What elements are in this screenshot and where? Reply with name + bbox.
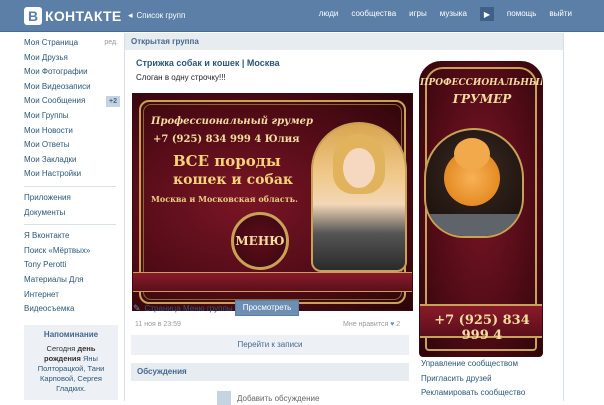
heart-icon: ♥ (390, 321, 395, 328)
like-button[interactable]: Мне нравится ♥ 2 (343, 321, 400, 328)
edit-link[interactable]: ред. (104, 36, 118, 51)
sidebar-item-label: Мои Фотографии (24, 67, 88, 77)
sidebar-item-label: Поиск «Мёртвых» (24, 245, 91, 255)
nav-help[interactable]: помощь (507, 9, 536, 21)
add-discussion-button[interactable]: Добавить обсуждение (217, 391, 319, 405)
manage-community-link[interactable]: Управление сообществом (421, 357, 525, 372)
nav-people[interactable]: люди (319, 9, 339, 21)
view-button[interactable]: Просмотреть (235, 300, 299, 316)
sidebar-item-news[interactable]: Мои Новости (24, 124, 120, 139)
group-actions: Управление сообществом Пригласить друзей… (421, 357, 525, 401)
back-arrow-icon: ◂ (128, 10, 133, 20)
sidebar-item-label: Мои Сообщения (24, 96, 86, 106)
pin-icon: ✎ (133, 303, 141, 313)
play-icon[interactable]: ▶ (479, 7, 494, 21)
birthday-reminder: Напоминание Сегодня день рождения Яны По… (24, 324, 118, 400)
top-nav: люди сообщества игры музыка ▶ помощь вый… (319, 7, 572, 21)
groomer-photo (311, 122, 407, 272)
divider (24, 185, 116, 187)
banner-city: Москва и Московская область. (151, 194, 298, 204)
sidebar-item-label: Мои Новости (24, 125, 73, 135)
nav-communities[interactable]: сообщества (351, 9, 396, 21)
banner-menu-badge: МЕНЮ (231, 212, 289, 270)
sidebar-item-photos[interactable]: Мои Фотографии (24, 65, 120, 80)
group-type-header: Открытая группа (125, 33, 563, 50)
sidebar-item-label: Tony Perotti (24, 260, 67, 270)
group-name: Стрижка собак и кошек | Москва (136, 58, 280, 68)
reminder-text: Сегодня день рождения Яны Полторацкой, Т… (28, 344, 114, 394)
menu-page-link[interactable]: ✎ Страница Меню группы (133, 303, 233, 314)
sidebar-item-documents[interactable]: Документы (24, 206, 120, 221)
sidebar-item-label: Приложения (24, 192, 71, 202)
sidebar-item-label: Я Вконтакте (24, 231, 70, 241)
sidebar-item-friends[interactable]: Мои Друзья (24, 51, 120, 66)
sidebar-item-groups[interactable]: Мои Группы (24, 109, 120, 124)
avatar-title2: ГРУМЕР (452, 92, 512, 106)
nav-music[interactable]: музыка (440, 9, 467, 21)
sidebar-item-app-tony[interactable]: Tony Perotti (24, 258, 120, 273)
messages-badge: +2 (106, 96, 120, 108)
grooming-table-shape (426, 214, 522, 236)
sidebar-item-label: Моя Страница (24, 38, 79, 47)
sidebar-item-label: Мои Настройки (24, 169, 82, 179)
sidebar-item-label: Мои Ответы (24, 140, 70, 150)
discussions-header[interactable]: Обсуждения (131, 363, 409, 381)
banner-line2: кошек и собак (173, 172, 294, 188)
sidebar-item-settings[interactable]: Мои Настройки (24, 167, 120, 182)
sidebar-item-label: Мои Видеозаписи (24, 81, 91, 91)
avatar-title1: ПРОФЕССИОНАЛЬНЫЙ (420, 78, 543, 88)
avatar-phone: +7 (925) 834 999 4 (434, 313, 530, 343)
dog-head-shape (454, 138, 490, 170)
nav-games[interactable]: игры (409, 9, 427, 21)
go-to-post-button[interactable]: Перейти к записи (131, 335, 409, 355)
sidebar-item-app-search[interactable]: Поиск «Мёртвых» (24, 244, 120, 259)
back-label: Список групп (136, 11, 186, 20)
group-banner-image[interactable]: Профессиональный грумер +7 (925) 834 999… (132, 93, 413, 311)
sidebar-item-label: Видеосъемка (24, 304, 75, 314)
vk-logo-text: КОНТАКТЕ (45, 8, 122, 24)
likes-label: Мне нравится (343, 321, 389, 328)
left-menu: Моя Страница ред. Мои Друзья Мои Фотограф… (24, 36, 120, 400)
nav-logout[interactable]: выйти (549, 9, 572, 21)
banner-title: Профессиональный грумер (151, 116, 313, 127)
sidebar-item-label: Мои Закладки (24, 154, 77, 164)
sidebar-item-my-page[interactable]: Моя Страница ред. (24, 36, 120, 51)
reminder-prefix: Сегодня (46, 343, 78, 353)
sidebar-item-app-materials[interactable]: Материалы Для (24, 273, 120, 288)
sidebar-item-label: Документы (24, 207, 66, 217)
sidebar-item-label: Мои Друзья (24, 52, 68, 62)
sidebar-item-videos[interactable]: Мои Видеозаписи (24, 80, 120, 95)
sidebar-item-answers[interactable]: Мои Ответы (24, 138, 120, 153)
back-to-groups-link[interactable]: ◂ Список групп (128, 10, 185, 21)
face-shape (343, 148, 375, 188)
group-avatar-banner[interactable]: ПРОФЕССИОНАЛЬНЫЙ ГРУМЕР +7 (925) 834 999… (419, 61, 543, 357)
reminder-title: Напоминание (43, 329, 99, 339)
discussion-icon (217, 391, 231, 405)
vk-logo[interactable]: В КОНТАКТЕ (24, 6, 122, 26)
sidebar-item-label: Интернет (24, 289, 59, 299)
likes-count: 2 (396, 321, 401, 328)
sidebar-item-app-internet[interactable]: Интернет (24, 288, 120, 303)
sidebar-item-label: Материалы Для (24, 274, 84, 284)
main-content: Открытая группа Стрижка собак и кошек | … (124, 33, 564, 405)
sidebar-item-apps[interactable]: Приложения (24, 191, 120, 206)
banner-line1: ВСЕ породы (173, 152, 281, 170)
sidebar-item-app-video[interactable]: Видеосъемка (24, 302, 120, 317)
banner-ribbon (133, 272, 412, 292)
vk-logo-icon: В (24, 7, 42, 25)
top-bar: В КОНТАКТЕ ◂ Список групп люди сообщества… (0, 0, 604, 32)
sidebar-item-app-vkontakte[interactable]: Я Вконтакте (24, 229, 120, 244)
advertise-community-link[interactable]: Рекламировать сообщество (421, 386, 525, 401)
banner-phone: +7 (925) 834 999 4 Юлия (153, 134, 300, 145)
add-discussion-label: Добавить обсуждение (237, 393, 320, 403)
pomeranian-photo (424, 128, 524, 238)
divider (24, 224, 116, 226)
post-date[interactable]: 11 ноя в 23:59 (135, 321, 181, 328)
sidebar-item-messages[interactable]: Мои Сообщения +2 (24, 94, 120, 109)
sidebar-item-label: Мои Группы (24, 110, 69, 120)
menu-page-label: Страница Меню группы (144, 304, 233, 313)
invite-friends-link[interactable]: Пригласить друзей (421, 372, 525, 387)
sidebar-item-bookmarks[interactable]: Мои Закладки (24, 153, 120, 168)
group-slogan: Слоган в одну строчку!!! (136, 73, 226, 82)
